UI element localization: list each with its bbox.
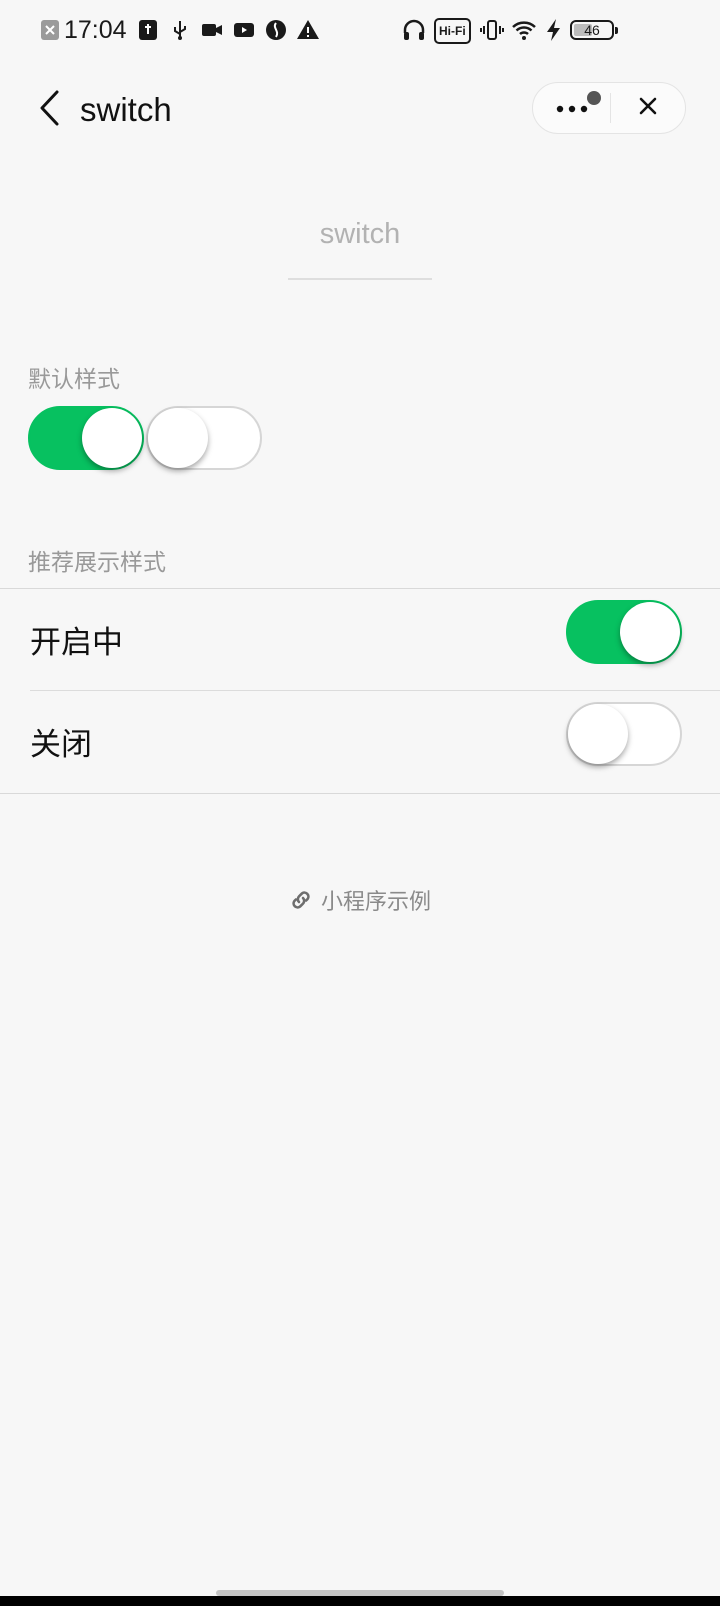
battery-level: 46 (584, 22, 600, 38)
switch-knob (148, 408, 208, 468)
battery-icon: 46 (570, 20, 618, 40)
vpn-icon (264, 18, 288, 42)
chevron-left-icon (37, 88, 63, 132)
switch-knob (568, 704, 628, 764)
footer-link[interactable]: 小程序示例 (0, 884, 720, 916)
cell-switch-on[interactable] (566, 600, 682, 664)
hifi-icon: Hi-Fi (434, 18, 471, 44)
battery-tip (615, 27, 618, 34)
list-item-switch-on: 开启中 (0, 589, 720, 691)
notification-x-icon (38, 18, 62, 42)
nav-title: switch (80, 91, 172, 128)
usb-settings-icon (136, 18, 160, 42)
screen-bottom-edge (0, 1596, 720, 1606)
page-title-underline (288, 278, 432, 280)
vibrate-icon (480, 18, 504, 42)
capsule-menu (532, 82, 686, 134)
close-button[interactable] (611, 83, 685, 133)
default-switch-off[interactable] (146, 406, 262, 470)
camera-icon (200, 18, 224, 42)
switch-knob (82, 408, 142, 468)
cell-label-on: 开启中 (30, 625, 123, 661)
status-time: 17:04 (64, 16, 127, 44)
more-button[interactable] (533, 83, 611, 133)
video-icon (232, 18, 256, 42)
wifi-icon (512, 18, 536, 42)
default-switch-on[interactable] (28, 406, 144, 470)
more-dots-icon (555, 99, 589, 118)
usb-icon (168, 18, 192, 42)
switch-knob (620, 602, 680, 662)
list-item-switch-off: 关闭 (0, 691, 720, 792)
notification-dot (587, 91, 601, 105)
page-title: switch (319, 218, 401, 250)
switch-cell-list: 开启中 关闭 (0, 588, 720, 794)
cell-label-off: 关闭 (30, 727, 92, 763)
headphones-icon (402, 18, 426, 42)
default-style-label: 默认样式 (28, 367, 120, 393)
warning-icon (296, 18, 320, 42)
status-bar: 17:04 Hi-Fi 46 (0, 0, 720, 62)
cell-switch-off[interactable] (566, 702, 682, 766)
close-icon (638, 96, 658, 120)
charging-icon (542, 18, 566, 42)
nav-bar: switch (0, 72, 720, 148)
recommended-style-label: 推荐展示样式 (28, 550, 166, 576)
footer-label: 小程序示例 (320, 890, 431, 915)
back-button[interactable] (30, 86, 70, 134)
link-icon (289, 888, 313, 912)
